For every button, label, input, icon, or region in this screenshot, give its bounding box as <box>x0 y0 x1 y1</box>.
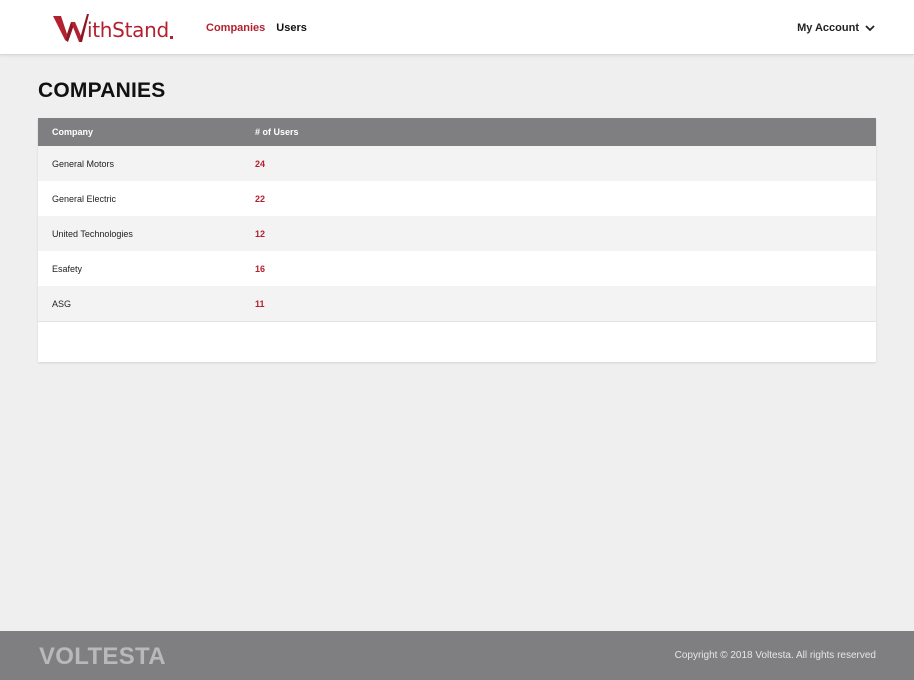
table-header-row: Company # of Users <box>38 118 876 146</box>
company-name-cell[interactable]: ASG <box>38 299 251 309</box>
chevron-down-icon <box>865 24 875 31</box>
main-nav: Companies Users <box>206 22 307 34</box>
column-header-user-count[interactable]: # of Users <box>251 127 299 137</box>
table-body: General Motors 24 General Electric 22 Un… <box>38 146 876 322</box>
withstand-w-logo-mark <box>53 14 89 42</box>
withstand-logo[interactable]: ithStand <box>53 10 173 42</box>
logo-text: ithStand <box>87 18 169 42</box>
copyright-text: Copyright © 2018 Voltesta. All rights re… <box>674 650 876 661</box>
my-account-menu[interactable]: My Account <box>797 22 875 34</box>
company-name-cell[interactable]: Esafety <box>38 264 251 274</box>
page-footer: VOLTESTA Copyright © 2018 Voltesta. All … <box>0 631 914 680</box>
table-row[interactable]: ASG 11 <box>38 286 876 321</box>
nav-companies-link[interactable]: Companies <box>206 22 265 34</box>
user-count-cell: 24 <box>255 158 266 169</box>
company-name-cell[interactable]: General Motors <box>38 159 251 169</box>
table-row[interactable]: United Technologies 12 <box>38 216 876 251</box>
table-row[interactable]: Esafety 16 <box>38 251 876 286</box>
company-name-cell[interactable]: General Electric <box>38 194 251 204</box>
table-row[interactable]: General Motors 24 <box>38 146 876 181</box>
column-header-company[interactable]: Company <box>38 127 251 137</box>
companies-table: Company # of Users General Motors 24 Gen… <box>38 118 876 362</box>
top-navigation-bar: ithStand Companies Users My Account <box>0 0 914 55</box>
user-count-cell: 16 <box>255 263 266 274</box>
company-name-cell[interactable]: United Technologies <box>38 229 251 239</box>
user-count-cell: 11 <box>255 298 265 309</box>
footer-brand-logo: VOLTESTA <box>39 643 166 670</box>
table-row[interactable]: General Electric 22 <box>38 181 876 216</box>
nav-users-link[interactable]: Users <box>276 22 307 34</box>
page-title: COMPANIES <box>38 79 166 102</box>
user-count-cell: 12 <box>255 228 266 239</box>
user-count-cell: 22 <box>255 193 266 204</box>
logo-dot <box>169 36 173 39</box>
my-account-label: My Account <box>797 22 859 34</box>
